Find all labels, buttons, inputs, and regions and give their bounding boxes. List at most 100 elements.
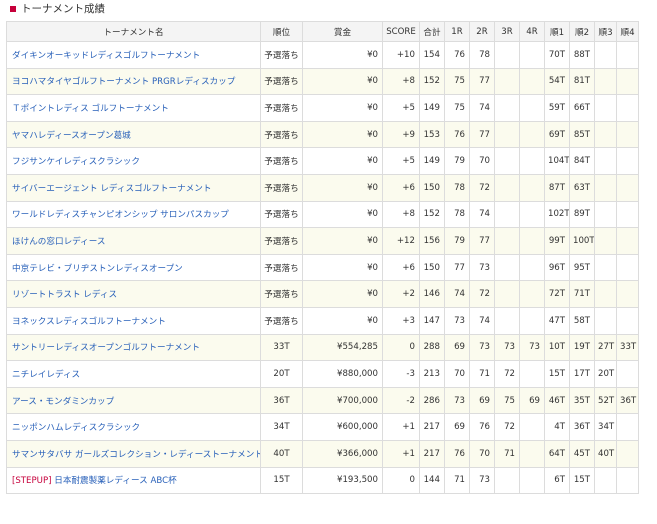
table-row: サイバーエージェント レディスゴルフトーナメント 予選落ち ¥0 +6 150 78 72 8… <box>6 173 639 202</box>
tournament-link[interactable]: ダイキンオーキッドレディスゴルフトーナメント <box>12 51 200 61</box>
prize-cell: ¥366,000 <box>302 439 383 468</box>
tournament-link[interactable]: アース・モンダミンカップ <box>12 397 114 407</box>
score-cell: +8 <box>382 67 420 96</box>
score-cell: +3 <box>382 306 420 335</box>
round4-cell: 69 <box>519 386 545 415</box>
round1-cell: 77 <box>444 253 470 282</box>
tournament-link[interactable]: Ｔポイントレディス ゴルフトーナメント <box>12 104 169 114</box>
rank-cell: 予選落ち <box>260 253 303 282</box>
round4-cell <box>519 67 545 96</box>
round1-cell: 71 <box>444 466 470 495</box>
tournament-name-cell: ダイキンオーキッドレディスゴルフトーナメント <box>6 41 261 69</box>
prize-cell: ¥0 <box>302 200 383 229</box>
score-cell: -3 <box>382 360 420 388</box>
prize-cell: ¥193,500 <box>302 466 383 495</box>
tournament-link[interactable]: ヤマハレディースオープン葛城 <box>12 131 131 141</box>
position1-cell: 54T <box>544 67 570 96</box>
round2-cell: 72 <box>469 173 495 202</box>
position2-cell: 58T <box>569 306 595 335</box>
round2-cell: 78 <box>469 41 495 69</box>
tournament-name: Ｔポイントレディス ゴルフトーナメント <box>12 103 169 114</box>
square-bullet-icon <box>10 5 16 12</box>
header-pos2: 順2 <box>569 21 595 42</box>
position3-cell: 34T <box>594 413 617 441</box>
section-heading: トーナメント成績 <box>6 2 649 15</box>
round3-cell <box>494 280 520 308</box>
tournament-link[interactable]: ニッポンハムレディスクラシック <box>12 423 140 433</box>
round4-cell <box>519 41 545 69</box>
tournament-name-cell: ワールドレディスチャンピオンシップ サロンパスカップ <box>6 200 261 229</box>
tournament-name: ヤマハレディースオープン葛城 <box>12 130 131 141</box>
tournament-link[interactable]: ワールドレディスチャンピオンシップ サロンパスカップ <box>12 210 229 220</box>
position3-cell: 52T <box>594 386 617 415</box>
round2-cell: 71 <box>469 360 495 388</box>
tournament-name: ヨコハマタイヤゴルフトーナメント PRGRレディスカップ <box>12 77 236 88</box>
rank-cell: 予選落ち <box>260 280 303 308</box>
tournament-link[interactable]: サマンサタバサ ガールズコレクション・レディーストーナメント <box>12 450 260 460</box>
total-cell: 150 <box>419 253 445 282</box>
position2-cell: 19T <box>569 333 595 362</box>
total-cell: 217 <box>419 413 445 441</box>
tournament-name: ニチレイレディス <box>12 369 81 380</box>
tournament-name: 中京テレビ・ブリヂストンレディスオープン <box>12 263 183 274</box>
header-tournament: トーナメント名 <box>6 21 261 42</box>
total-cell: 147 <box>419 306 445 335</box>
table-row: ヤマハレディースオープン葛城 予選落ち ¥0 +9 153 76 77 69T 85T <box>6 120 639 149</box>
position3-cell <box>594 147 617 175</box>
round2-cell: 76 <box>469 413 495 441</box>
position2-cell: 88T <box>569 41 595 69</box>
round1-cell: 73 <box>444 306 470 335</box>
header-r4: 4R <box>519 21 545 42</box>
round2-cell: 72 <box>469 280 495 308</box>
tournament-link[interactable]: リゾートトラスト レディス <box>12 290 117 300</box>
rank-cell: 予選落ち <box>260 94 303 122</box>
prize-cell: ¥0 <box>302 67 383 96</box>
header-r1: 1R <box>444 21 470 42</box>
round3-cell <box>494 200 520 229</box>
tournament-link[interactable]: ヨコハマタイヤゴルフトーナメント PRGRレディスカップ <box>12 77 235 87</box>
table-row: サントリーレディスオープンゴルフトーナメント 33T ¥554,285 0 288 69 7… <box>6 333 639 362</box>
tournament-name-cell: アース・モンダミンカップ <box>6 386 261 415</box>
tournament-link[interactable]: サイバーエージェント レディスゴルフトーナメント <box>12 184 211 194</box>
tournament-name-cell: サイバーエージェント レディスゴルフトーナメント <box>6 173 261 202</box>
position4-cell <box>616 173 639 202</box>
tournament-link[interactable]: 中京テレビ・ブリヂストンレディスオープン <box>12 264 183 274</box>
tournament-link[interactable]: ほけんの窓口レディース <box>12 237 106 247</box>
rank-cell: 15T <box>260 466 303 495</box>
position4-cell <box>616 120 639 149</box>
round1-cell: 75 <box>444 67 470 96</box>
tournament-link[interactable]: ヨネックスレディスゴルフトーナメント <box>12 317 166 327</box>
position3-cell <box>594 173 617 202</box>
prize-cell: ¥0 <box>302 41 383 69</box>
round3-cell: 72 <box>494 413 520 441</box>
position4-cell <box>616 306 639 335</box>
total-cell: 146 <box>419 280 445 308</box>
table-row: ほけんの窓口レディース 予選落ち ¥0 +12 156 79 77 99T 100T <box>6 227 639 255</box>
round1-cell: 79 <box>444 227 470 255</box>
round2-cell: 73 <box>469 466 495 495</box>
position2-cell: 45T <box>569 439 595 468</box>
tournament-results-table: トーナメント名 順位 賞金 SCORE 合計 1R 2R 3R 4R 順1 順2… <box>6 21 639 495</box>
rank-cell: 40T <box>260 439 303 468</box>
score-cell: 0 <box>382 466 420 495</box>
position3-cell: 27T <box>594 333 617 362</box>
position2-cell: 84T <box>569 147 595 175</box>
total-cell: 286 <box>419 386 445 415</box>
score-cell: +1 <box>382 413 420 441</box>
tournament-link[interactable]: ニチレイレディス <box>12 370 80 380</box>
position4-cell <box>616 413 639 441</box>
total-cell: 150 <box>419 173 445 202</box>
tournament-name-cell: リゾートトラスト レディス <box>6 280 261 308</box>
tournament-link[interactable]: フジサンケイレディスクラシック <box>12 157 140 167</box>
round1-cell: 76 <box>444 120 470 149</box>
position4-cell: 36T <box>616 386 639 415</box>
round3-cell <box>494 67 520 96</box>
tournament-name-cell: サマンサタバサ ガールズコレクション・レディーストーナメント <box>6 439 261 468</box>
tournament-name: アース・モンダミンカップ <box>12 396 115 407</box>
tournament-name: ダイキンオーキッドレディスゴルフトーナメント <box>12 50 201 61</box>
position2-cell: 66T <box>569 94 595 122</box>
round3-cell: 71 <box>494 439 520 468</box>
tournament-link[interactable]: [STEPUP] 日本耐震製薬レディース ABC杯 <box>12 476 177 486</box>
tournament-link[interactable]: サントリーレディスオープンゴルフトーナメント <box>12 343 200 353</box>
round1-cell: 69 <box>444 333 470 362</box>
